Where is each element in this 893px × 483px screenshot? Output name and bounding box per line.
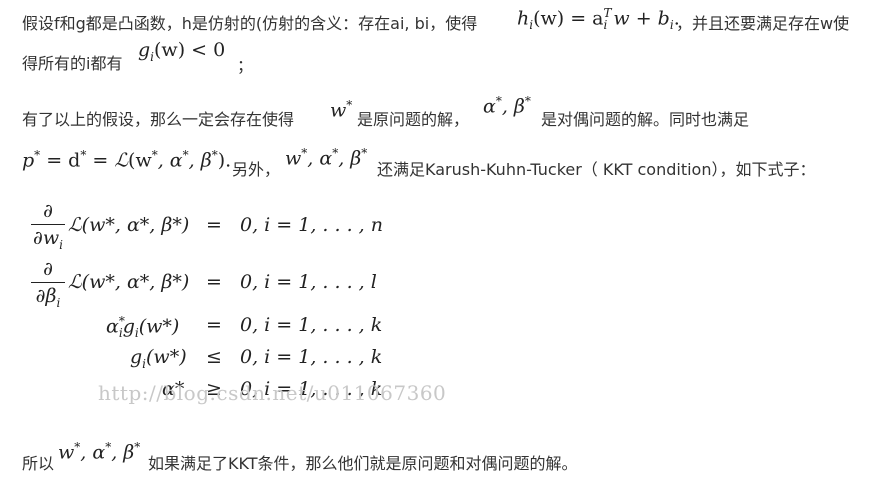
para4-formula-optimal: w*, α*, β* xyxy=(58,440,141,464)
kkt-row1-lhs: ℒ(w*, α*, β*) xyxy=(68,214,190,236)
para4-text-2: 如果满足了KKT条件，那么他们就是原问题和对偶问题的解。 xyxy=(148,454,578,473)
para1-formula-g: gi(w) < 0 xyxy=(138,39,226,64)
para1-text-1: 假设f和g都是凸函数，h是仿射的(仿射的含义：存在ai, bi，使得 xyxy=(22,14,478,33)
kkt-row1-rhs: 0, i = 1, . . . , n xyxy=(240,214,383,236)
para1-formula-affine: hi(w) = aTi w + bi. xyxy=(517,6,680,33)
para2-formula-w: w* xyxy=(330,98,353,122)
para2-text-2: 是原问题的解， xyxy=(357,110,470,129)
kkt-row3-rhs: 0, i = 1, . . . , k xyxy=(240,314,383,336)
para3-text-2: 还满足Karush-Kuhn-Tucker（ KKT condition），如下… xyxy=(377,160,816,179)
para4-text-1: 所以 xyxy=(22,454,55,473)
kkt-row2-relation: = xyxy=(206,271,222,293)
kkt-row4-rhs: 0, i = 1, . . . , k xyxy=(240,346,383,368)
para3-text-1: 另外， xyxy=(232,160,281,179)
kkt-row2-rhs: 0, i = 1, . . . , l xyxy=(240,271,377,293)
kkt-row3-relation: = xyxy=(206,314,222,336)
kkt-row3-lhs: α*igi(w*) xyxy=(106,314,180,341)
para2-text-3: 是对偶问题的解。同时也满足 xyxy=(541,110,750,129)
para1-text-4: ； xyxy=(237,56,254,75)
para2-text-1: 有了以上的假设，那么一定会存在使得 xyxy=(22,110,295,129)
kkt-row2-lhs: ℒ(w*, α*, β*) xyxy=(68,271,190,293)
para2-formula-alpha-beta: α*, β* xyxy=(483,94,531,118)
para1-text-3: 得所有的i都有 xyxy=(22,54,123,73)
para3-formula-optimal: w*, α*, β* xyxy=(285,146,368,170)
fraction-bar xyxy=(31,224,65,225)
kkt-row1-relation: = xyxy=(206,214,222,236)
partial-fraction-beta: ∂ ∂βi xyxy=(31,258,65,314)
kkt-row4-lhs: gi(w*) xyxy=(130,346,187,371)
para1-text-2: ，并且还要满足存在w使 xyxy=(676,14,850,33)
para3-formula-duality: p* = d* = ℒ(w*, α*, β*). xyxy=(22,148,232,172)
partial-fraction-w: ∂ ∂wi xyxy=(31,200,65,256)
kkt-row4-relation: ≤ xyxy=(206,346,222,368)
fraction-bar xyxy=(31,282,65,283)
blog-watermark: http://blog.csdn.net/u011067360 xyxy=(98,381,447,405)
